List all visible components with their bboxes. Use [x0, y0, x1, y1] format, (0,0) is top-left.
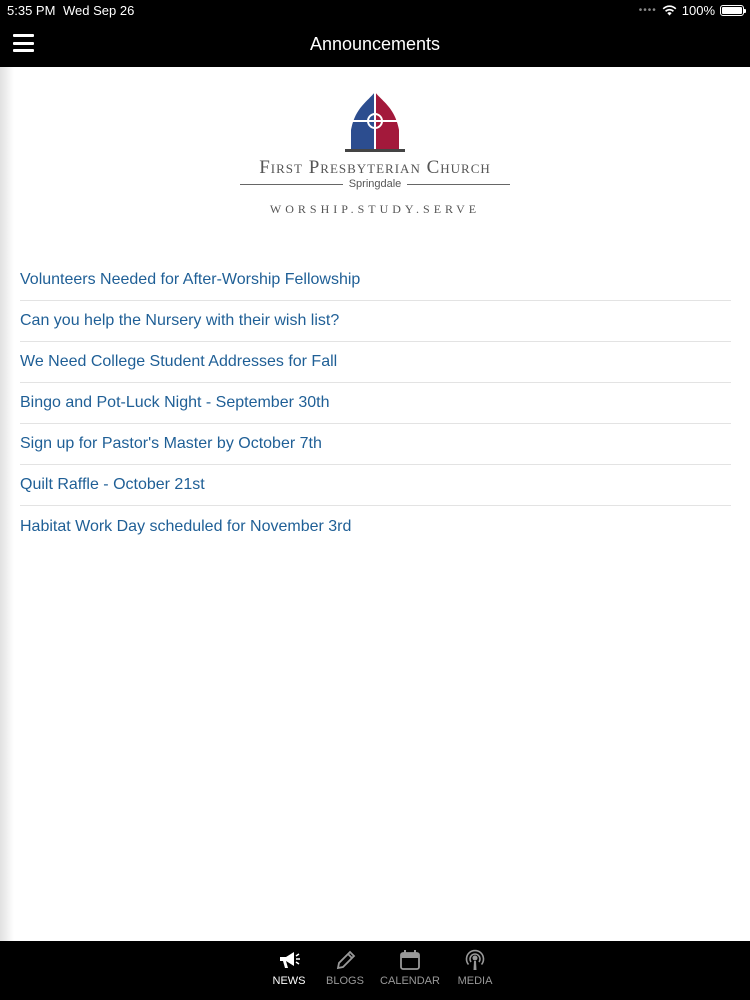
town-row: Springdale	[240, 178, 510, 190]
wifi-icon	[662, 5, 677, 16]
status-time: 5:35 PM	[7, 3, 56, 18]
divider	[407, 183, 510, 185]
announcement-title[interactable]: We Need College Student Addresses for Fa…	[20, 353, 337, 371]
church-emblem-icon	[345, 90, 405, 152]
tab-news[interactable]: NEWS	[261, 949, 317, 987]
announcement-item[interactable]: Can you help the Nursery with their wish…	[20, 301, 731, 342]
signal-dots-icon: ••••	[638, 5, 657, 16]
announcement-item[interactable]: Quilt Raffle - October 21st	[20, 465, 731, 506]
announcement-item[interactable]: We Need College Student Addresses for Fa…	[20, 342, 731, 383]
pencil-icon	[336, 950, 356, 970]
divider	[240, 183, 343, 185]
announcement-title[interactable]: Quilt Raffle - October 21st	[20, 476, 205, 494]
tab-label: NEWS	[272, 975, 306, 987]
battery-percent: 100%	[681, 3, 715, 18]
calendar-icon	[400, 950, 420, 970]
announcement-item[interactable]: Habitat Work Day scheduled for November …	[20, 506, 731, 547]
church-name: First Presbyterian Church	[259, 157, 491, 178]
tab-media[interactable]: MEDIA	[447, 949, 503, 987]
announcement-item[interactable]: Bingo and Pot-Luck Night - September 30t…	[20, 383, 731, 424]
announcement-list: Volunteers Needed for After-Worship Fell…	[20, 260, 731, 547]
announcement-title[interactable]: Bingo and Pot-Luck Night - September 30t…	[20, 394, 330, 412]
battery-icon	[720, 5, 746, 16]
announcement-title[interactable]: Volunteers Needed for After-Worship Fell…	[20, 271, 360, 289]
tab-calendar[interactable]: CALENDAR	[373, 949, 447, 987]
status-date: Wed Sep 26	[63, 3, 135, 18]
announcement-item[interactable]: Sign up for Pastor's Master by October 7…	[20, 424, 731, 465]
tab-label: BLOGS	[326, 975, 364, 987]
church-town: Springdale	[348, 178, 402, 190]
tab-blogs[interactable]: BLOGS	[317, 949, 373, 987]
megaphone-icon	[280, 952, 300, 968]
announcement-title[interactable]: Can you help the Nursery with their wish…	[20, 312, 339, 330]
status-indicators: •••• 100%	[638, 3, 746, 18]
announcement-item[interactable]: Volunteers Needed for After-Worship Fell…	[20, 260, 731, 301]
status-bar: 5:35 PM Wed Sep 26 •••• 100%	[0, 0, 750, 22]
podcast-icon	[465, 949, 485, 970]
tab-bar: NEWS BLOGS CALENDAR MEDIA	[0, 941, 750, 1000]
content-area: First Presbyterian Church Springdale WOR…	[0, 67, 750, 941]
church-motto: WORSHIP.STUDY.SERVE	[269, 202, 481, 216]
tab-label: MEDIA	[457, 975, 493, 987]
announcement-title[interactable]: Sign up for Pastor's Master by October 7…	[20, 435, 322, 453]
tab-label: CALENDAR	[380, 975, 440, 987]
page-title: Announcements	[309, 34, 441, 54]
nav-bar: Announcements	[0, 22, 750, 67]
announcement-title[interactable]: Habitat Work Day scheduled for November …	[20, 518, 351, 536]
church-logo: First Presbyterian Church Springdale WOR…	[225, 87, 525, 222]
